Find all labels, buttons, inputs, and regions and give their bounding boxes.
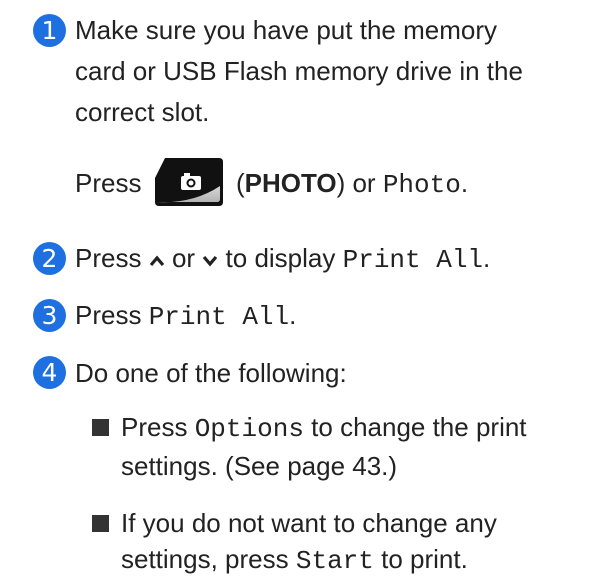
bullet-2-line-2: settings, press Start to print. (121, 541, 468, 579)
press-label: Press (75, 168, 142, 198)
square-bullet-icon (92, 515, 109, 532)
photo-end: . (460, 168, 469, 198)
bullet-2-mono: Start (295, 546, 374, 576)
step-number-3: 3 (33, 299, 66, 332)
step-3-line: Press Print All. (75, 297, 296, 335)
step-2-end: . (483, 243, 491, 273)
bullet-2-line1: If you do not want to change any (121, 508, 497, 538)
photo-label-close: ) or (336, 168, 376, 198)
photo-mono-text: Photo (382, 170, 461, 200)
photo-label-open: ( (235, 168, 245, 198)
bullet-1-line-2: settings. (See page 43.) (121, 451, 398, 481)
step-3-end: . (289, 300, 297, 330)
step-1-line-3: correct slot. (75, 97, 210, 127)
chevron-down-icon (202, 240, 218, 276)
step-number-2: 2 (33, 242, 66, 275)
bullet-2-prefix: settings, press (121, 544, 289, 574)
step-2-mono: Print All (342, 245, 484, 275)
chevron-up-icon (149, 240, 165, 276)
bullet-1-line-1: Press Options to change the print (92, 409, 527, 447)
step-3-mono: Print All (148, 302, 290, 332)
bullet-1-mono: Options (194, 414, 304, 444)
photo-label-bold: PHOTO (244, 168, 337, 198)
bullet-1-prefix: Press (121, 412, 188, 442)
step-1-line-1: Make sure you have put the memory (75, 15, 497, 45)
step-number-4: 4 (33, 356, 66, 389)
photo-button[interactable] (153, 156, 225, 208)
bullet-1-after: to change the print (311, 412, 527, 442)
camera-icon (154, 158, 223, 207)
step-4-line: Do one of the following: (75, 358, 347, 388)
square-bullet-icon (92, 419, 109, 436)
step-3-prefix: Press (75, 300, 142, 330)
step-1-press-line: Press (PHOTO) or Photo. (75, 155, 468, 211)
step-2-or: or (171, 243, 196, 273)
bullet-2-line-1: If you do not want to change any (92, 505, 497, 541)
step-2-prefix: Press (75, 243, 142, 273)
step-number-1: 1 (33, 14, 66, 47)
step-1-line-2: card or USB Flash memory drive in the (75, 56, 523, 86)
step-2-line: Press or to display Print All. (75, 240, 490, 278)
step-2-middle: to display (225, 243, 336, 273)
bullet-2-end: to print. (381, 544, 468, 574)
